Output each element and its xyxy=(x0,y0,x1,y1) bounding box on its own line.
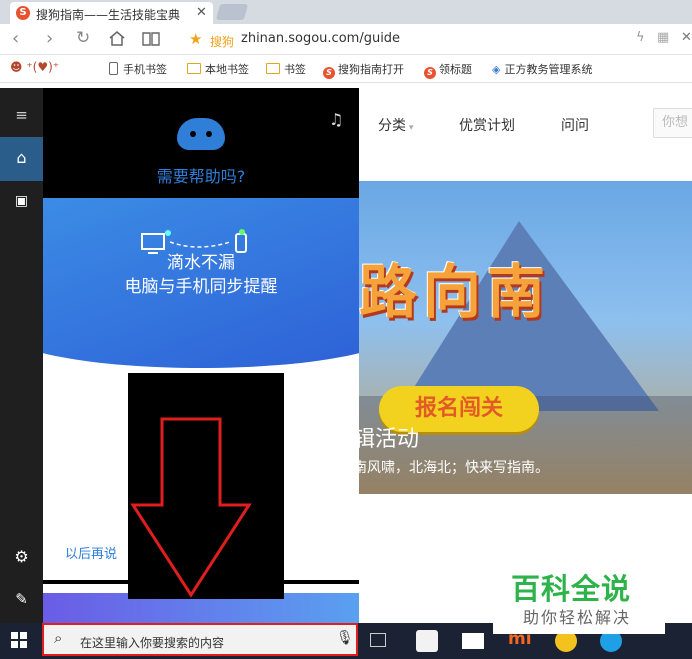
browser-tab[interactable]: S 搜狗指南——生活技能宝典 ✕ xyxy=(10,2,213,24)
rail-home-selected[interactable]: ⌂ xyxy=(0,137,43,181)
banner-subline: 南风啸，北海北；快来写指南。 xyxy=(359,460,549,476)
eye xyxy=(206,131,212,137)
search-engine-label: 搜狗 xyxy=(210,35,235,49)
bookmark-academic-system[interactable]: ◈ 正方教务管理系统 xyxy=(492,61,592,77)
phone-icon xyxy=(109,62,118,75)
promo-banner[interactable]: 路向南 报名闯关 辑活动 南风啸，北海北；快来写指南。 xyxy=(359,181,692,494)
bookmark-local[interactable]: 本地书签 xyxy=(187,61,249,77)
new-tab-button[interactable] xyxy=(215,4,249,20)
site-search-input[interactable]: 你想 xyxy=(653,108,692,138)
bookmark-title[interactable]: S 领标题 xyxy=(424,61,472,79)
bolt-icon[interactable]: ϟ xyxy=(636,30,645,45)
nav-label: 分类 xyxy=(378,118,406,134)
sogou-icon: S xyxy=(323,67,335,79)
chevron-down-icon: ▾ xyxy=(406,123,414,133)
cortana-face-icon xyxy=(177,118,225,150)
down-arrow-annotation-icon xyxy=(130,417,252,598)
reader-icon[interactable] xyxy=(142,31,160,46)
url-field[interactable]: zhinan.sogou.com/guide xyxy=(241,31,400,46)
settings-gear-icon[interactable]: ⚙ xyxy=(0,547,43,566)
bookmark-label: 手机书签 xyxy=(123,63,167,76)
later-link[interactable]: 以后再说 xyxy=(65,543,117,562)
bookmark-sogou-guide[interactable]: S 搜狗指南打开 xyxy=(323,61,404,79)
sogou-logo-icon[interactable]: ☻ ⁺(♥)⁺ xyxy=(10,60,59,74)
nav-wenwen[interactable]: 问问 xyxy=(561,115,589,135)
forward-icon[interactable]: › xyxy=(46,28,53,49)
reload-icon[interactable]: ↻ xyxy=(76,28,90,48)
taskbar-search-placeholder: 在这里输入你要搜索的内容 xyxy=(80,636,225,650)
sogou-favicon-icon: S xyxy=(16,6,30,20)
nav-reward-plan[interactable]: 优赏计划 xyxy=(459,115,515,135)
cube-icon: ◈ xyxy=(492,63,501,76)
watermark-logo: 百科全说 助你轻松解决 xyxy=(493,548,665,634)
microphone-icon[interactable]: 🎙︎ xyxy=(336,630,354,646)
banner-headline: 辑活动 xyxy=(359,427,420,452)
store-icon[interactable] xyxy=(416,630,438,652)
tab-title: 搜狗指南——生活技能宝典 xyxy=(36,8,181,22)
sync-subline: 电脑与手机同步提醒 xyxy=(124,277,278,297)
windows-start-icon[interactable] xyxy=(11,632,27,648)
music-note-icon[interactable]: ♫ xyxy=(329,110,343,129)
folder-icon xyxy=(266,63,280,74)
hamburger-menu-icon[interactable]: ≡ xyxy=(0,106,43,124)
close-window-icon[interactable]: ✕ xyxy=(681,30,692,45)
home-icon[interactable] xyxy=(108,30,126,47)
folder-icon xyxy=(187,63,201,74)
bookmark-label: 本地书签 xyxy=(205,63,249,76)
tab-close-icon[interactable]: ✕ xyxy=(196,5,207,20)
back-icon[interactable]: ‹ xyxy=(12,28,19,49)
watermark-subtitle: 助你轻松解决 xyxy=(523,608,632,627)
bookmark-label: 搜狗指南打开 xyxy=(338,63,404,76)
task-view-icon[interactable] xyxy=(370,633,386,647)
watermark-title: 百科全说 xyxy=(511,572,632,606)
notebook-icon[interactable]: ▣ xyxy=(0,193,43,209)
eye xyxy=(190,131,196,137)
home-icon: ⌂ xyxy=(16,148,27,167)
bookmark-label: 书签 xyxy=(284,63,306,76)
mail-icon[interactable] xyxy=(462,633,484,649)
help-prompt[interactable]: 需要帮助吗? xyxy=(43,163,359,187)
bookmark-bookmarks[interactable]: 书签 xyxy=(266,61,306,77)
bookmark-label: 领标题 xyxy=(439,63,472,76)
sogou-icon: S xyxy=(424,67,436,79)
grid-icon[interactable]: ▦ xyxy=(657,30,669,45)
taskbar-search-box[interactable]: ⌕ 在这里输入你要搜索的内容 🎙︎ xyxy=(42,623,358,656)
search-icon: ⌕ xyxy=(54,629,63,647)
sync-headline: 滴水不漏 xyxy=(167,253,235,273)
bookmark-mobile[interactable]: 手机书签 xyxy=(109,61,167,77)
banner-title: 路向南 xyxy=(359,258,552,326)
bookmark-label: 正方教务管理系统 xyxy=(504,63,593,76)
nav-category[interactable]: 分类 ▾ xyxy=(378,115,413,135)
favorite-star-icon[interactable]: ★ xyxy=(189,30,202,48)
feedback-icon[interactable]: ✎ xyxy=(0,590,43,608)
